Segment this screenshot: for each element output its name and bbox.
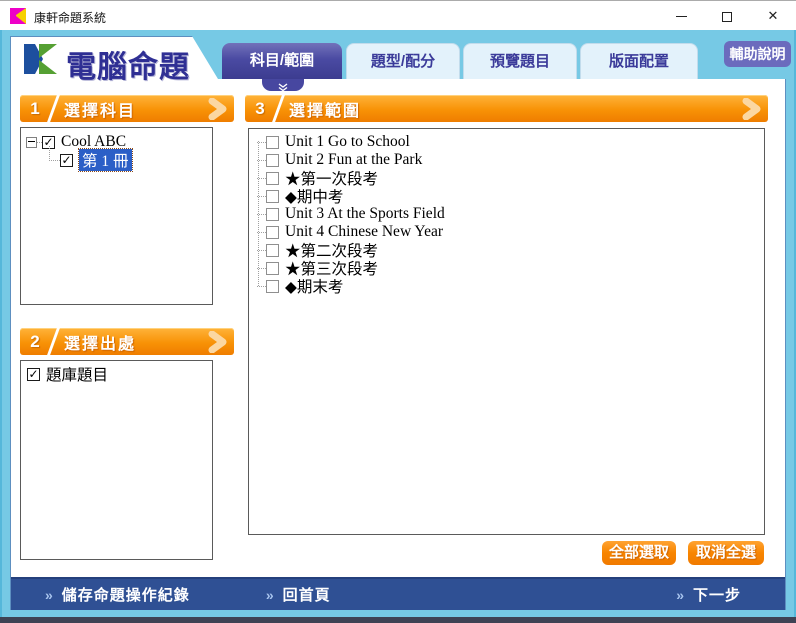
list-item-final[interactable]: ◆期末考 — [249, 277, 764, 296]
checkbox-unchecked-icon[interactable] — [266, 225, 279, 239]
list-item-label: 題庫題目 — [46, 367, 109, 384]
brand-logo-text: 電腦命題 — [66, 51, 190, 84]
maximize-icon — [722, 11, 732, 22]
tree-connector-line — [258, 141, 259, 286]
list-item-label: ◆期中考 — [285, 189, 344, 206]
window-title: 康軒命題系統 — [34, 11, 107, 25]
range-list: Unit 1 Go to School Unit 2 Fun at the Pa… — [248, 128, 765, 535]
tree-collapse-icon[interactable] — [26, 136, 37, 148]
tab-preview[interactable]: 預覽題目 — [463, 43, 577, 79]
checkbox-unchecked-icon[interactable] — [266, 261, 279, 275]
section-title: 選擇出處 — [64, 335, 137, 353]
chevron-right-icon: » — [45, 586, 54, 603]
section-number: 3 — [255, 98, 265, 118]
section-header-range: 3 選擇範圍 — [245, 95, 768, 122]
list-item-label: ◆期末考 — [285, 279, 344, 296]
active-tab-indicator — [262, 79, 304, 92]
list-item-unit3[interactable]: Unit 3 At the Sports Field — [249, 205, 764, 223]
close-icon: ✕ — [767, 8, 779, 23]
bottom-edge-strip — [0, 617, 796, 623]
minimize-button[interactable] — [658, 1, 704, 31]
chevron-right-icon — [208, 98, 227, 120]
window-titlebar: 康軒命題系統 ✕ — [0, 0, 796, 30]
checkbox-unchecked-icon[interactable] — [266, 135, 279, 149]
checkbox-checked-icon[interactable] — [27, 367, 40, 381]
brand-logo-icon — [24, 44, 57, 74]
checkbox-checked-icon[interactable] — [60, 153, 73, 167]
save-record-label: 儲存命題操作紀錄 — [61, 587, 190, 604]
section-number: 2 — [30, 331, 40, 351]
section-title: 選擇範圍 — [289, 102, 362, 120]
tree-item-volume-1[interactable]: 第 1 冊 — [21, 146, 212, 172]
list-item-unit1[interactable]: Unit 1 Go to School — [249, 133, 764, 151]
save-record-link[interactable]: » 儲存命題操作紀錄 — [45, 584, 190, 605]
checkbox-unchecked-icon[interactable] — [266, 153, 279, 167]
tab-question-type[interactable]: 題型/配分 — [346, 43, 460, 79]
checkbox-unchecked-icon[interactable] — [266, 243, 279, 257]
footer-bar: » 儲存命題操作紀錄 » 回首頁 » 下一步 — [11, 577, 785, 610]
app-window: 康軒命題系統 ✕ 電腦命題 科目/範圍 題型/配分 預覽題目 版面配置 輔助說明… — [0, 0, 796, 623]
chevron-down-icon — [278, 83, 288, 92]
select-all-button[interactable]: 全部選取 — [602, 541, 676, 565]
chevron-right-icon — [742, 98, 761, 120]
minimize-icon — [675, 16, 687, 18]
section-number: 1 — [30, 98, 40, 118]
checkbox-unchecked-icon[interactable] — [266, 207, 279, 221]
next-step-label: 下一步 — [692, 587, 741, 604]
home-label: 回首頁 — [282, 587, 331, 604]
home-link[interactable]: » 回首頁 — [266, 584, 331, 605]
chevron-right-icon — [208, 331, 227, 353]
deselect-all-button[interactable]: 取消全選 — [688, 541, 764, 565]
checkbox-unchecked-icon[interactable] — [266, 279, 279, 293]
maximize-button[interactable] — [704, 1, 750, 31]
tab-subject-range[interactable]: 科目/範圍 — [222, 43, 342, 79]
list-item-label: Unit 1 Go to School — [285, 133, 410, 150]
section-header-subject: 1 選擇科目 — [20, 95, 234, 122]
tree-connector — [49, 146, 60, 161]
chevron-right-icon: » — [676, 586, 685, 603]
tab-page-layout[interactable]: 版面配置 — [580, 43, 698, 79]
chevron-right-icon: » — [265, 586, 275, 603]
source-list: 題庫題目 — [20, 360, 213, 560]
list-item-label: Unit 3 At the Sports Field — [285, 205, 445, 222]
list-item-midterm[interactable]: ◆期中考 — [249, 187, 764, 206]
next-step-link[interactable]: » 下一步 — [676, 584, 741, 605]
checkbox-unchecked-icon[interactable] — [266, 189, 279, 203]
app-icon — [10, 8, 26, 24]
close-button[interactable]: ✕ — [750, 1, 796, 31]
list-item-question-bank[interactable]: 題庫題目 — [21, 365, 212, 384]
section-header-source: 2 選擇出處 — [20, 328, 234, 355]
tree-item-label-selected: 第 1 冊 — [78, 148, 133, 172]
checkbox-unchecked-icon[interactable] — [266, 171, 279, 185]
help-button[interactable]: 輔助說明 — [724, 41, 791, 67]
section-title: 選擇科目 — [64, 102, 137, 120]
subject-tree: Cool ABC 第 1 冊 — [20, 127, 213, 305]
